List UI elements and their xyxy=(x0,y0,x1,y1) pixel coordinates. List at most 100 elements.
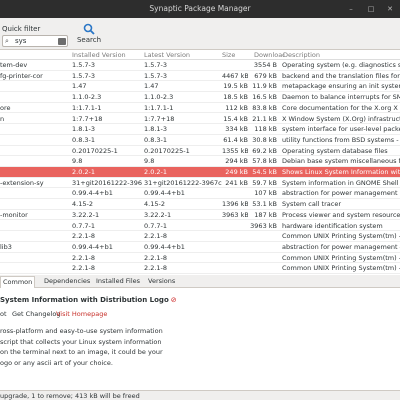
quick-filter-label: Quick filter xyxy=(2,25,41,33)
latest-version: 0.99.4-4+b1 xyxy=(144,189,185,198)
download-size: 679 kB xyxy=(254,71,277,80)
quick-filter-value: sys xyxy=(15,37,27,45)
download-size: 3554 B xyxy=(253,61,277,69)
latest-version: 1.5.7-3 xyxy=(144,61,168,69)
tab-versions[interactable]: Versions xyxy=(148,277,175,285)
status-bar: upgrade, 1 to remove; 413 kB will be fre… xyxy=(0,390,400,400)
download-size: 107 kB xyxy=(254,189,277,198)
package-description-cell: abstraction for power management - sh xyxy=(282,242,400,251)
clear-icon[interactable] xyxy=(58,38,66,45)
table-row[interactable]: 0.20170225-1 0.20170225-1 1355 kB 69.2 kB Op… xyxy=(0,146,400,157)
column-description[interactable]: Description xyxy=(283,51,320,59)
table-row[interactable]: tem-dev 1.5.7-3 1.5.7-3 3554 B Operating sys… xyxy=(0,60,400,71)
package-size: 112 kB xyxy=(225,103,248,112)
table-row[interactable]: 1.47 1.47 19.5 kB 11.9 kB metapackage ensuri… xyxy=(0,81,400,93)
package-description-cell: system interface for user-level packet c xyxy=(282,125,400,134)
download-size: 16.5 kB xyxy=(252,93,277,102)
column-latest-version[interactable]: Latest Version xyxy=(144,51,190,59)
latest-version: 1.1.0-2.3 xyxy=(144,93,174,102)
description-line: ross-platform and easy-to-use system inf… xyxy=(0,327,163,335)
installed-version: 4.15-2 xyxy=(72,200,93,209)
installed-version: 0.99.4-4+b1 xyxy=(72,189,113,198)
table-header: Installed Version Latest Version Size Do… xyxy=(0,50,400,60)
latest-version: 1.5.7-3 xyxy=(144,71,168,80)
installed-version: 1.1.0-2.3 xyxy=(72,93,102,102)
latest-version: 1:1.7.1-1 xyxy=(144,103,174,112)
table-row[interactable]: 2.2.1-8 2.2.1-8 Common UNIX Printing Syste… xyxy=(0,253,400,264)
get-changelog-button[interactable]: Get Changelog xyxy=(12,310,60,318)
table-row[interactable]: 0.8.3-1 0.8.3-1 61.4 kB 30.8 kB utility func… xyxy=(0,135,400,146)
download-size: 21.1 kB xyxy=(252,114,277,123)
package-description-cell: backend and the translation files for sy… xyxy=(282,71,400,80)
package-name: fg-printer-cor xyxy=(0,71,43,80)
package-description: ross-platform and easy-to-use system inf… xyxy=(0,326,180,368)
table-row[interactable]: ore 1:1.7.1-1 1:1.7.1-1 112 kB 83.8 kB Core d… xyxy=(0,103,400,114)
visit-homepage-link[interactable]: Visit Homepage xyxy=(56,310,107,318)
tab-dependencies[interactable]: Dependencies xyxy=(44,277,90,285)
search-button[interactable]: Search xyxy=(74,21,104,49)
package-description-cell: Core documentation for the X.org X Win xyxy=(282,103,400,112)
latest-version: 2.2.1-8 xyxy=(144,253,168,262)
package-size: 249 kB xyxy=(225,168,248,176)
installed-version: 1.5.7-3 xyxy=(72,61,96,69)
package-description-cell: Debian base system miscellaneous files xyxy=(282,157,400,166)
table-row[interactable]: 2.2.1-8 2.2.1-8 Common UNIX Printing Syste… xyxy=(0,231,400,242)
table-row[interactable]: 0.99.4-4+b1 0.99.4-4+b1 107 kB abstraction … xyxy=(0,188,400,200)
installed-version: 1.8.1-3 xyxy=(72,125,96,134)
magnifier-icon xyxy=(83,23,95,35)
minimize-icon[interactable]: – xyxy=(346,4,356,14)
download-size: 30.8 kB xyxy=(252,135,277,144)
download-size: 83.8 kB xyxy=(252,103,277,112)
table-row[interactable]: 1.1.0-2.3 1.1.0-2.3 18.5 kB 16.5 kB Daemon t… xyxy=(0,92,400,103)
quick-filter-input[interactable]: ⌕ sys xyxy=(2,35,68,47)
table-row[interactable]: fg-printer-cor 1.5.7-3 1.5.7-3 4467 kB 679 k… xyxy=(0,71,400,82)
download-size: 118 kB xyxy=(254,125,277,134)
installed-version: 1:1.7.1-1 xyxy=(72,103,102,112)
table-row[interactable]: 1.8.1-3 1.8.1-3 334 kB 118 kB system interfa… xyxy=(0,124,400,135)
table-row[interactable]: 0.7.7-1 0.7.7-1 3963 kB hardware identifica… xyxy=(0,221,400,232)
package-status-icon: ⊘ xyxy=(170,296,177,304)
download-size: 69.2 kB xyxy=(252,146,277,155)
package-name: -monitor xyxy=(0,210,28,219)
package-description-cell: Common UNIX Printing System(tm) - Co xyxy=(282,232,400,241)
close-icon[interactable]: ✕ xyxy=(385,4,395,14)
package-size: 3963 kB xyxy=(222,210,248,219)
package-size: 241 kB xyxy=(225,178,248,187)
maximize-icon[interactable]: □ xyxy=(366,4,376,14)
package-description-cell: Operating system (e.g. diagnostics supp xyxy=(282,61,400,69)
latest-version: 9.8 xyxy=(144,157,155,166)
package-description-cell: utility functions from BSD systems - sh xyxy=(282,135,400,144)
download-size: 57.8 kB xyxy=(252,157,277,166)
search-icon: ⌕ xyxy=(5,37,9,45)
installed-version: 9.8 xyxy=(72,157,83,166)
installed-version: 31+git20161222-3967cdd-1 xyxy=(72,178,142,187)
table-row[interactable]: n 1:7.7+18 1:7.7+18 15.4 kB 21.1 kB X Window … xyxy=(0,114,400,125)
column-download[interactable]: Download xyxy=(254,51,284,59)
description-line: on the terminal next to an image, it cou… xyxy=(0,348,163,356)
latest-version: 1.8.1-3 xyxy=(144,125,168,134)
package-size: 18.5 kB xyxy=(223,93,248,102)
table-row[interactable]: lib3 0.99.4-4+b1 0.99.4-4+b1 abstraction fo… xyxy=(0,242,400,253)
column-size[interactable]: Size xyxy=(222,51,235,59)
table-row[interactable]: 9.8 9.8 294 kB 57.8 kB Debian base system mi… xyxy=(0,156,400,167)
column-installed-version[interactable]: Installed Version xyxy=(72,51,126,59)
table-row[interactable]: -extension-sy 31+git20161222-3967cdd-131+… xyxy=(0,178,400,189)
table-row[interactable]: 2.0.2-1 2.0.2-1 249 kB 54.5 kB Shows Linux S… xyxy=(0,167,400,178)
table-row[interactable]: -monitor 3.22.2-1 3.22.2-1 3963 kB 187 kB Pro… xyxy=(0,210,400,221)
table-row[interactable]: 4.15-2 4.15-2 1396 kB 53.1 kB System call tr… xyxy=(0,199,400,210)
table-row[interactable]: 2.2.1-8 2.2.1-8 Common UNIX Printing Syste… xyxy=(0,263,400,274)
installed-version: 2.2.1-8 xyxy=(72,253,96,262)
installed-version: 3.22.2-1 xyxy=(72,210,100,219)
screenshot-button[interactable]: ot xyxy=(0,310,7,318)
tab-common[interactable]: Common xyxy=(0,276,36,288)
installed-version: 1.47 xyxy=(72,82,87,91)
latest-version: 2.2.1-8 xyxy=(144,232,168,241)
package-description-cell: Common UNIX Printing System(tm) - Cli xyxy=(282,253,400,262)
installed-version: 1:7.7+18 xyxy=(72,114,103,123)
latest-version: 0.99.4-4+b1 xyxy=(144,242,185,251)
window-title: Synaptic Package Manager xyxy=(149,4,251,13)
package-size: 294 kB xyxy=(225,157,248,166)
tab-installed-files[interactable]: Installed Files xyxy=(96,277,140,285)
package-size: 15.4 kB xyxy=(223,114,248,123)
latest-version: 2.2.1-8 xyxy=(144,264,168,273)
